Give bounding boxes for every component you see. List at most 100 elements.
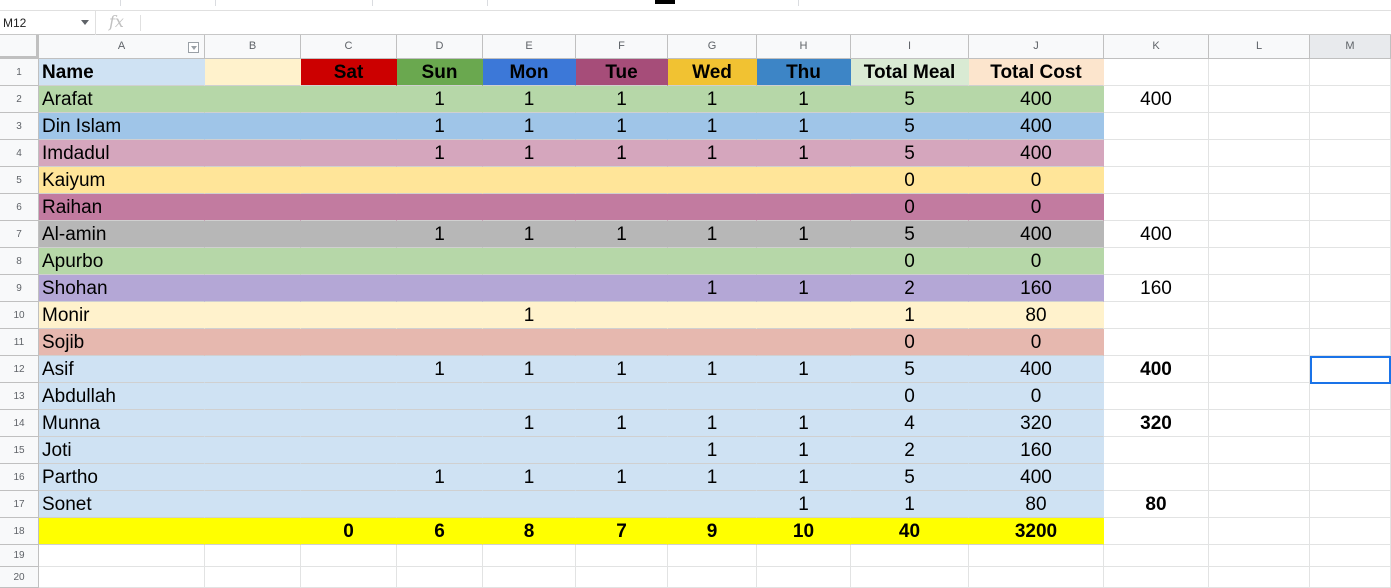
cell[interactable]: 80 <box>1104 491 1209 518</box>
cell[interactable] <box>301 140 397 167</box>
cell[interactable]: 400 <box>969 113 1104 140</box>
row-header[interactable]: 10 <box>0 302 39 329</box>
row-header[interactable]: 11 <box>0 329 39 356</box>
cell[interactable] <box>1104 383 1209 410</box>
cell[interactable] <box>1209 140 1310 167</box>
cell[interactable] <box>1209 329 1310 356</box>
cell[interactable]: 1 <box>576 113 668 140</box>
cell[interactable]: 5 <box>851 356 969 383</box>
cell[interactable]: 1 <box>397 113 483 140</box>
row-header[interactable]: 14 <box>0 410 39 437</box>
cell[interactable] <box>1209 464 1310 491</box>
cell[interactable]: 1 <box>851 491 969 518</box>
name-cell[interactable]: Sojib <box>39 329 205 356</box>
cell[interactable] <box>301 545 397 567</box>
cell[interactable]: 160 <box>969 437 1104 464</box>
cell[interactable]: 1 <box>757 221 851 248</box>
column-header-m[interactable]: M <box>1310 35 1391 59</box>
cell[interactable] <box>668 248 757 275</box>
cell[interactable] <box>757 567 851 588</box>
cell[interactable]: 0 <box>969 167 1104 194</box>
cell[interactable]: Total Meal <box>851 59 969 86</box>
cell[interactable] <box>1310 518 1391 545</box>
cell[interactable]: 5 <box>851 86 969 113</box>
cell[interactable] <box>757 194 851 221</box>
cell[interactable] <box>1310 329 1391 356</box>
name-cell[interactable]: Shohan <box>39 275 205 302</box>
formula-input[interactable] <box>148 13 1382 35</box>
cell[interactable] <box>576 248 668 275</box>
row-header[interactable]: 12 <box>0 356 39 383</box>
cell[interactable] <box>757 545 851 567</box>
row-header[interactable]: 7 <box>0 221 39 248</box>
cell[interactable] <box>1209 86 1310 113</box>
name-cell[interactable]: Partho <box>39 464 205 491</box>
cell[interactable] <box>301 221 397 248</box>
cell[interactable] <box>205 491 301 518</box>
row-header[interactable]: 16 <box>0 464 39 491</box>
cell[interactable] <box>1310 221 1391 248</box>
cell[interactable]: 0 <box>969 329 1104 356</box>
cell[interactable] <box>1310 567 1391 588</box>
cell[interactable] <box>1209 567 1310 588</box>
cell[interactable] <box>1209 356 1310 383</box>
cell[interactable] <box>1310 86 1391 113</box>
cell[interactable] <box>1104 545 1209 567</box>
cell[interactable]: 400 <box>969 221 1104 248</box>
cell[interactable] <box>1310 410 1391 437</box>
cell[interactable] <box>205 59 301 86</box>
cell[interactable]: 1 <box>483 356 576 383</box>
row-header[interactable]: 5 <box>0 167 39 194</box>
column-header-h[interactable]: H <box>757 35 851 59</box>
row-header[interactable]: 2 <box>0 86 39 113</box>
cell[interactable]: 0 <box>851 194 969 221</box>
cell[interactable]: 1 <box>757 356 851 383</box>
cell[interactable] <box>397 275 483 302</box>
column-header-k[interactable]: K <box>1104 35 1209 59</box>
cell[interactable] <box>205 545 301 567</box>
name-cell[interactable]: Asif <box>39 356 205 383</box>
cell[interactable]: 2 <box>851 437 969 464</box>
cell[interactable] <box>1310 59 1391 86</box>
cell[interactable]: 0 <box>851 383 969 410</box>
cell[interactable] <box>205 518 301 545</box>
cell[interactable]: 1 <box>757 113 851 140</box>
selected-cell-outline[interactable] <box>1310 356 1391 384</box>
name-cell[interactable]: Monir <box>39 302 205 329</box>
cell[interactable]: 0 <box>969 383 1104 410</box>
cell[interactable]: 1 <box>757 140 851 167</box>
cell[interactable]: 1 <box>483 302 576 329</box>
cell[interactable] <box>1209 59 1310 86</box>
cell[interactable]: 400 <box>969 464 1104 491</box>
cell[interactable] <box>1209 248 1310 275</box>
cell[interactable] <box>1104 59 1209 86</box>
cell[interactable]: 1 <box>483 410 576 437</box>
cell[interactable] <box>1310 275 1391 302</box>
cell[interactable] <box>1209 410 1310 437</box>
cell[interactable] <box>1104 140 1209 167</box>
cell[interactable] <box>483 194 576 221</box>
cell[interactable]: 9 <box>668 518 757 545</box>
cell[interactable] <box>1209 545 1310 567</box>
cell[interactable]: 1 <box>397 140 483 167</box>
cell[interactable]: 1 <box>757 275 851 302</box>
cell[interactable] <box>757 248 851 275</box>
cell[interactable] <box>1310 140 1391 167</box>
cell[interactable] <box>1104 113 1209 140</box>
cell[interactable]: 6 <box>397 518 483 545</box>
name-cell[interactable]: Name <box>39 59 205 86</box>
cell[interactable] <box>301 410 397 437</box>
cell[interactable]: 1 <box>668 140 757 167</box>
cell[interactable] <box>1310 464 1391 491</box>
cell[interactable] <box>851 545 969 567</box>
cell[interactable] <box>969 567 1104 588</box>
cell[interactable] <box>205 194 301 221</box>
cell[interactable]: 1 <box>668 275 757 302</box>
row-header[interactable]: 4 <box>0 140 39 167</box>
name-cell[interactable]: Imdadul <box>39 140 205 167</box>
cell[interactable] <box>1104 437 1209 464</box>
cell[interactable]: 0 <box>851 248 969 275</box>
cell[interactable] <box>483 275 576 302</box>
name-cell[interactable]: Apurbo <box>39 248 205 275</box>
cell[interactable] <box>1310 302 1391 329</box>
